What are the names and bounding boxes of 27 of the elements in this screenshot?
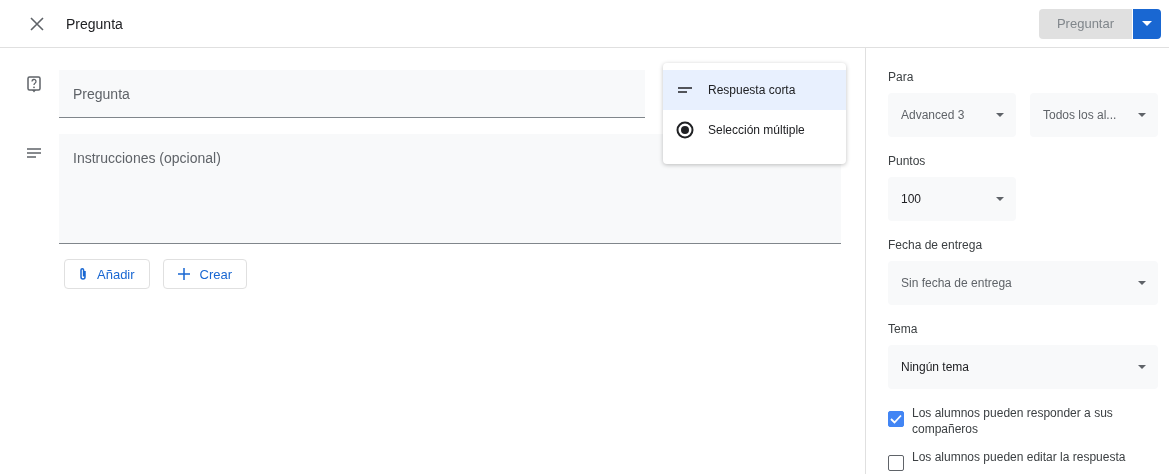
close-icon[interactable] (30, 16, 44, 31)
checkbox-label: Los alumnos pueden editar la respuesta (912, 449, 1127, 465)
due-date-dropdown[interactable]: Sin fecha de entrega (888, 261, 1158, 305)
checkbox[interactable] (888, 455, 904, 471)
topic-dropdown[interactable]: Ningún tema (888, 345, 1158, 389)
dropdown-button[interactable] (1133, 8, 1161, 39)
attach-button[interactable]: Crear (162, 259, 248, 289)
short-text-icon (676, 87, 694, 93)
topic-label: Tema (888, 322, 918, 336)
points-dropdown[interactable]: 100 (888, 177, 1016, 221)
for-label: Para (888, 70, 914, 84)
question-icon (27, 76, 41, 93)
checkbox[interactable] (888, 411, 904, 427)
students-dropdown[interactable]: Todos los al... (1030, 93, 1158, 137)
text-lines-icon (27, 148, 41, 158)
question-field[interactable]: Pregunta (59, 70, 645, 118)
points-label: Puntos (888, 154, 926, 168)
menu-item[interactable]: Respuesta corta (663, 70, 846, 110)
plus-icon (177, 268, 190, 280)
page-title: Pregunta (66, 15, 123, 32)
paperclip-icon (79, 267, 87, 281)
attach-button[interactable]: Añadir (64, 259, 150, 289)
class-dropdown[interactable]: Advanced 3 (888, 93, 1016, 137)
caret-icon (1142, 21, 1152, 26)
due-date-label: Fecha de entrega (888, 238, 983, 252)
radio-icon (676, 121, 694, 139)
checkbox-label: Los alumnos pueden responder a sus compañeros (912, 405, 1114, 437)
